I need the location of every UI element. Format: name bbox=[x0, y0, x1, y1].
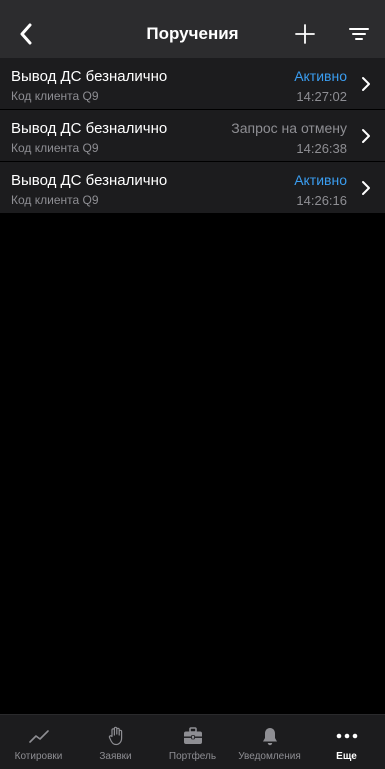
add-button[interactable] bbox=[291, 20, 319, 48]
status-text: Активно bbox=[294, 172, 347, 188]
hand-icon bbox=[108, 726, 122, 746]
tab-more[interactable]: Еще bbox=[308, 715, 385, 762]
status-text: Активно bbox=[294, 68, 347, 84]
back-button[interactable] bbox=[14, 22, 38, 46]
order-time: 14:27:02 bbox=[296, 89, 347, 104]
chevron-left-icon bbox=[20, 23, 32, 45]
briefcase-icon bbox=[183, 727, 202, 744]
page-title: Поручения bbox=[146, 24, 239, 43]
tab-quotes[interactable]: Котировки bbox=[0, 715, 77, 762]
order-title: Вывод ДС безналично bbox=[11, 68, 168, 85]
status-bar bbox=[0, 0, 385, 10]
tab-label: Портфель bbox=[168, 751, 217, 762]
filter-icon bbox=[349, 28, 369, 40]
tab-bar: Котировки Заявки Портфель Уведомления Ещ… bbox=[0, 714, 385, 769]
status-text: Запрос на отмену bbox=[231, 120, 347, 136]
list-item[interactable]: Вывод ДС безналично Код клиента Q9 Актив… bbox=[0, 58, 385, 110]
tab-orders[interactable]: Заявки bbox=[77, 715, 154, 762]
order-time: 14:26:16 bbox=[296, 193, 347, 208]
filter-button[interactable] bbox=[347, 22, 371, 46]
tab-label: Еще bbox=[336, 751, 357, 762]
client-code: Код клиента Q9 bbox=[11, 89, 99, 103]
order-title: Вывод ДС безналично bbox=[11, 172, 168, 189]
client-code: Код клиента Q9 bbox=[11, 141, 99, 155]
list-item[interactable]: Вывод ДС безналично Код клиента Q9 Актив… bbox=[0, 162, 385, 214]
order-title: Вывод ДС безналично bbox=[11, 120, 168, 137]
nav-bar: Поручения bbox=[0, 10, 385, 58]
tab-portfolio[interactable]: Портфель bbox=[154, 715, 231, 762]
chevron-right-icon bbox=[362, 129, 370, 143]
tab-label: Уведомления bbox=[238, 751, 301, 762]
client-code: Код клиента Q9 bbox=[11, 193, 99, 207]
tab-notifications[interactable]: Уведомления bbox=[231, 715, 308, 762]
list-item[interactable]: Вывод ДС безналично Код клиента Q9 Запро… bbox=[0, 110, 385, 162]
orders-list: Вывод ДС безналично Код клиента Q9 Актив… bbox=[0, 58, 385, 214]
chevron-right-icon bbox=[362, 181, 370, 195]
chevron-right-icon bbox=[362, 77, 370, 91]
plus-icon bbox=[295, 24, 315, 44]
tab-label: Котировки bbox=[14, 751, 63, 762]
order-time: 14:26:38 bbox=[296, 141, 347, 156]
chart-line-icon bbox=[28, 730, 49, 743]
bell-icon bbox=[262, 727, 277, 745]
more-icon bbox=[336, 733, 357, 739]
tab-label: Заявки bbox=[99, 751, 132, 762]
